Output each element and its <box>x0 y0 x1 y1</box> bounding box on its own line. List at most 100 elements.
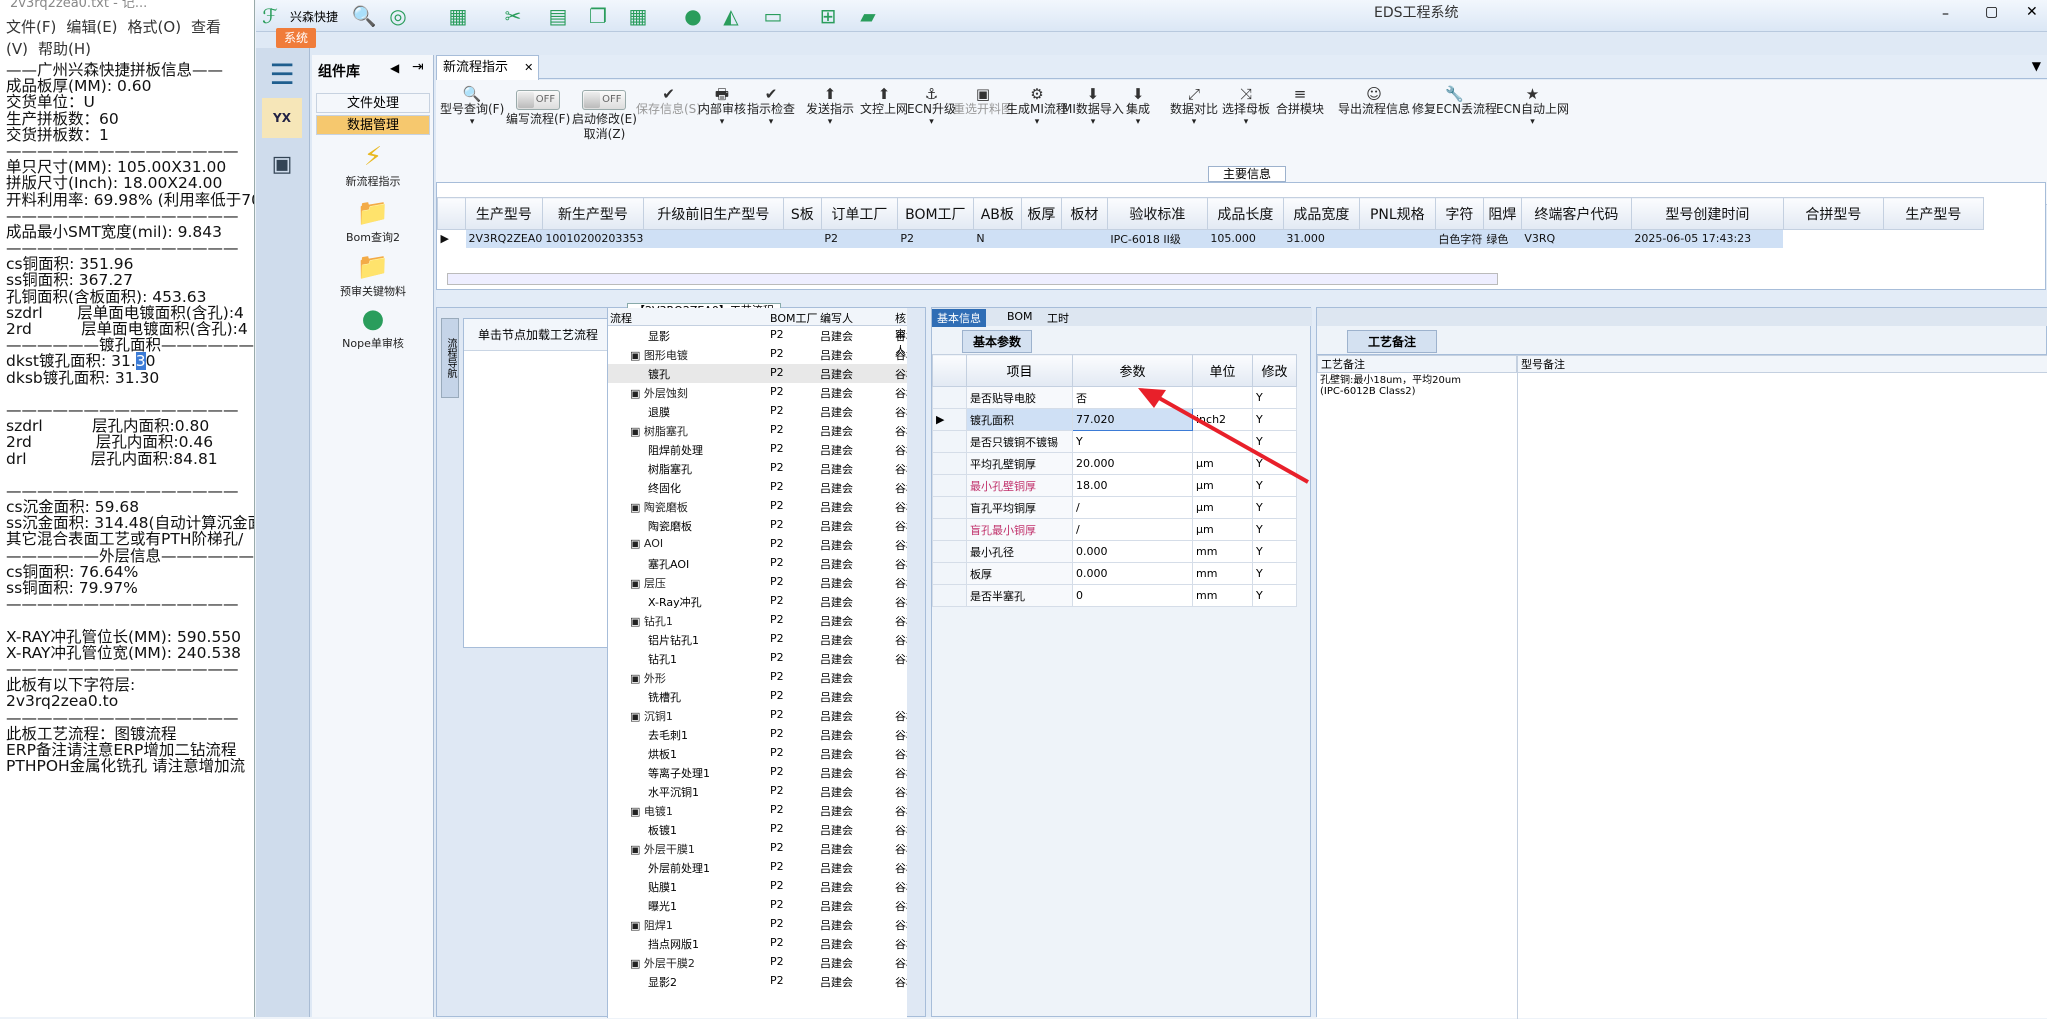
dropdown-arrow-icon[interactable]: ▾ <box>747 117 795 127</box>
tree-row[interactable]: 挡点网版1P2吕建会谷松已上网 <box>608 934 907 953</box>
toolbar-button[interactable]: ⤢ 数据对比 ▾ <box>1170 86 1218 127</box>
dropdown-arrow-icon[interactable]: ▾ <box>1062 117 1124 127</box>
toolbar-button[interactable]: ☺ 导出流程信息 <box>1338 86 1410 117</box>
pre-review-item[interactable]: 📁 预审关键物料 <box>312 251 434 299</box>
grid-cell[interactable] <box>1021 229 1062 248</box>
tree-row[interactable]: ▣ 外层干膜1P2吕建会谷松已上网 <box>608 839 907 858</box>
dropdown-arrow-icon[interactable]: ▾ <box>1222 117 1270 127</box>
grid-cell[interactable]: V3RQ <box>1521 229 1632 248</box>
param-value[interactable]: / <box>1072 518 1193 541</box>
tree-row[interactable]: ▣ 图形电镀P2吕建会谷松已上网 <box>608 345 907 364</box>
tree-row[interactable]: 陶瓷磨板P2吕建会谷松已上网 <box>608 516 907 535</box>
dropdown-arrow-icon[interactable]: ▾ <box>806 117 854 127</box>
monitor-icon[interactable]: ▭ <box>761 4 785 28</box>
nope-review-item[interactable]: ● Nope单审核 <box>312 303 434 351</box>
param-value[interactable]: 0.000 <box>1072 562 1193 585</box>
toolbar-button[interactable]: ✔ 指示检查 ▾ <box>747 86 795 127</box>
notepad-menu-item[interactable]: 格式(O) <box>128 18 182 36</box>
remark-text[interactable]: 孔壁铜:最小18um，平均20um (IPC-6012B Class2) <box>1320 375 1461 397</box>
horizontal-scrollbar[interactable] <box>447 273 1498 285</box>
yx-module-icon[interactable]: YX <box>262 98 302 138</box>
notepad-menu-item[interactable]: 编辑(E) <box>66 18 117 36</box>
grid-header[interactable]: 生产型号 <box>465 197 543 230</box>
grid-header[interactable]: 板厚 <box>1020 197 1062 230</box>
tree-row[interactable]: 镀孔P2吕建会谷松已上网 <box>608 364 907 383</box>
tab-new-process[interactable]: 新流程指示 ✕ <box>436 55 539 80</box>
tree-row[interactable]: 阻焊前处理P2吕建会谷松已上网 <box>608 440 907 459</box>
grid-icon[interactable]: ▦ <box>626 4 650 28</box>
tab-close-icon[interactable]: ✕ <box>524 61 533 74</box>
tree-row[interactable]: 显影2P2吕建会谷松已上网 <box>608 972 907 991</box>
grid-cell[interactable]: 10010200203353 <box>542 229 644 248</box>
dropdown-arrow-icon[interactable]: ▾ <box>1170 117 1218 127</box>
notepad-text[interactable]: ——广州兴森快捷拼板信息—— 成品板厚(MM): 0.60 交货单位：U 生产拼板数：… <box>0 62 254 774</box>
data-manage-button[interactable]: 数据管理 <box>316 115 430 135</box>
windows-icon[interactable]: ⊞ <box>816 4 840 28</box>
tree-row[interactable]: ▣ 外层蚀刻P2吕建会谷松已上网 <box>608 383 907 402</box>
table-icon[interactable]: ▦ <box>446 4 470 28</box>
grid-cell[interactable]: 2V3RQ2ZEA0 <box>465 229 543 248</box>
lifebuoy-icon[interactable]: ◎ <box>386 4 410 28</box>
param-modify[interactable]: Y <box>1252 518 1297 541</box>
book-icon[interactable]: ▰ <box>856 4 880 28</box>
tree-row[interactable]: 等离子处理1P2吕建会谷松已上网 <box>608 763 907 782</box>
tab-dropdown-icon[interactable]: ▼ <box>2032 59 2041 73</box>
user-icon[interactable]: ● <box>681 4 705 28</box>
tree-row[interactable]: ▣ 层压P2吕建会谷松已上网 <box>608 573 907 592</box>
toggle-switch[interactable]: OFF <box>516 90 561 110</box>
toolbar-button[interactable]: ⬆ 文控上网 <box>860 86 908 117</box>
tree-row[interactable]: 板镀1P2吕建会谷松已上网 <box>608 820 907 839</box>
tree-row[interactable]: 贴膜1P2吕建会谷松已上网 <box>608 877 907 896</box>
hamburger-menu-icon[interactable]: ☰ <box>262 54 302 94</box>
copy-icon[interactable]: ❐ <box>586 4 610 28</box>
grid-header[interactable]: S板 <box>782 197 822 230</box>
dropdown-arrow-icon[interactable]: ▾ <box>1006 117 1068 127</box>
calculator-icon[interactable]: ▣ <box>262 144 302 184</box>
grid-header[interactable]: 订单工厂 <box>820 197 898 230</box>
grid-header[interactable]: 成品长度 <box>1206 197 1284 230</box>
grid-cell[interactable] <box>1061 229 1108 248</box>
toolbar-button[interactable]: ≡ 合拼模块 <box>1276 86 1324 117</box>
grid-header[interactable]: 验收标准 <box>1106 197 1208 230</box>
grid-header[interactable]: 终端客户代码 <box>1520 197 1632 230</box>
tab-basic-info[interactable]: 基本信息 <box>932 309 986 327</box>
param-row[interactable]: 盲孔平均铜厚 / μm Y <box>932 496 1297 519</box>
grid-cell[interactable]: 2025-06-05 17:43:23 <box>1631 229 1784 248</box>
tree-row[interactable]: 水平沉铜1P2吕建会谷松已上网 <box>608 782 907 801</box>
param-modify[interactable]: Y <box>1252 540 1297 563</box>
tab-hours[interactable]: 工时 <box>1042 309 1074 327</box>
grid-header[interactable]: 生产型号 <box>1882 197 1984 230</box>
tree-row[interactable]: ▣ 外层干膜2P2吕建会谷松已上网 <box>608 953 907 972</box>
grid-cell[interactable]: 105.000 <box>1207 229 1284 248</box>
toolbar-button[interactable]: ⤨ 选择母板 ▾ <box>1222 86 1270 127</box>
grid-header[interactable]: 板材 <box>1060 197 1108 230</box>
dropdown-arrow-icon[interactable]: ▾ <box>440 117 504 127</box>
toolbar-button[interactable]: ✔ 保存信息(S) <box>636 86 701 117</box>
dropdown-arrow-icon[interactable]: ▾ <box>907 117 956 127</box>
param-row[interactable]: 盲孔最小铜厚 / μm Y <box>932 518 1297 541</box>
close-button[interactable]: ✕ <box>2026 4 2038 20</box>
tree-row[interactable]: ▣ 钻孔1P2吕建会谷松已上网 <box>608 611 907 630</box>
toolbar-button[interactable]: 🖶 内部审核 ▾ <box>698 86 746 127</box>
toolbar-button[interactable]: ⚙ 生成MI流程 ▾ <box>1006 86 1068 127</box>
toolbar-button[interactable]: ★ ECN自动上网 ▾ <box>1496 86 1569 127</box>
grid-header[interactable]: 新生产型号 <box>541 197 644 230</box>
tree-row[interactable]: ▣ 电镀1P2吕建会谷松已上网 <box>608 801 907 820</box>
tree-row[interactable]: ▣ 陶瓷磨板P2吕建会谷松已上网 <box>608 497 907 516</box>
film-icon[interactable]: ▤ <box>546 4 570 28</box>
tree-row[interactable]: 显影P2吕建会谷松已上网 <box>608 326 907 345</box>
scissors-icon[interactable]: ✂ <box>501 4 525 28</box>
dropdown-arrow-icon[interactable]: ▾ <box>698 117 746 127</box>
grid-cell[interactable]: 31.000 <box>1283 229 1360 248</box>
arrow-left-icon[interactable]: ◀ <box>390 61 399 75</box>
dropdown-arrow-icon[interactable]: ▾ <box>1126 117 1150 127</box>
tree-row[interactable]: 退膜P2吕建会谷松已上网 <box>608 402 907 421</box>
param-row[interactable]: 最小孔径 0.000 mm Y <box>932 540 1297 563</box>
param-value[interactable]: / <box>1072 496 1193 519</box>
grid-header[interactable]: 升级前旧生产型号 <box>642 197 784 230</box>
grid-cell[interactable]: IPC-6018 II级 <box>1107 229 1208 248</box>
system-tab[interactable]: 系统 <box>276 28 316 48</box>
notepad-menu-item[interactable]: 帮助(H) <box>38 40 91 58</box>
grid-header[interactable]: 字符 <box>1434 197 1484 230</box>
pin-icon[interactable]: ⇥ <box>412 59 424 75</box>
